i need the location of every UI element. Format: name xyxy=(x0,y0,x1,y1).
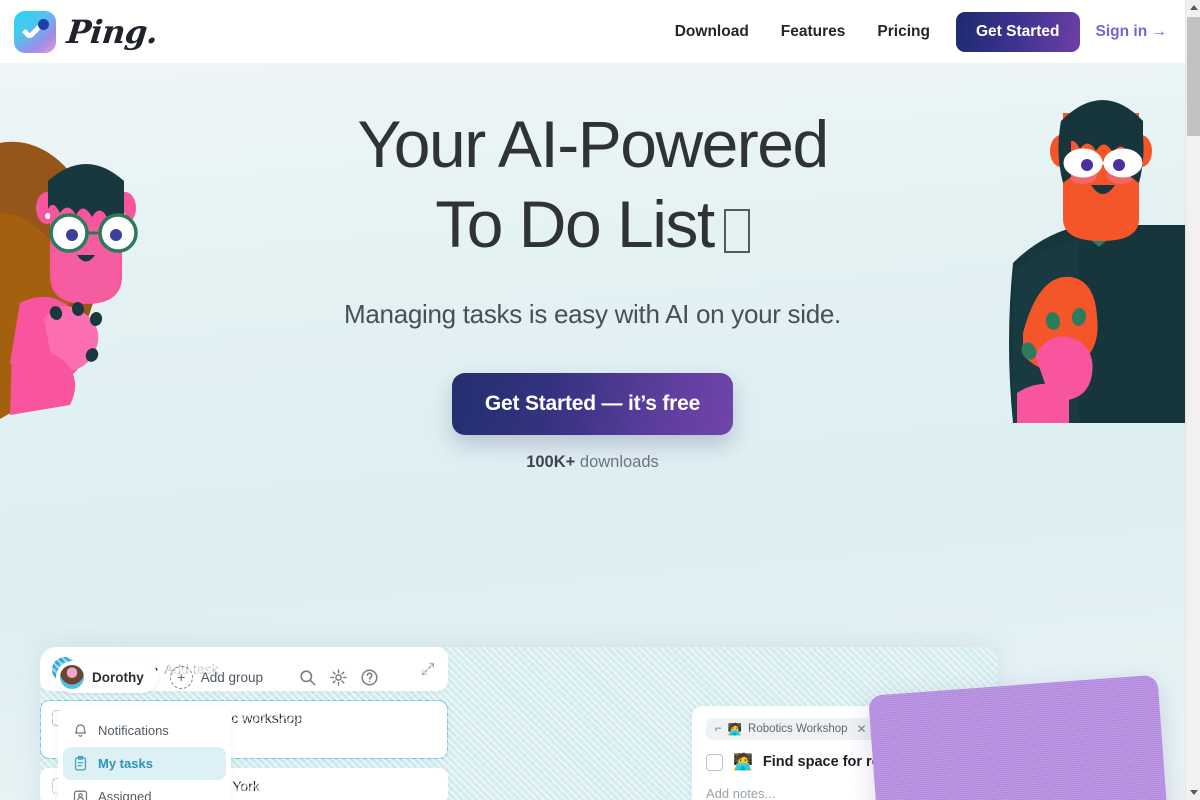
user-chip[interactable]: Dorothy xyxy=(56,661,158,693)
sidebar-item-assigned[interactable]: Assigned xyxy=(63,780,226,800)
scroll-up-arrow[interactable] xyxy=(1186,0,1200,15)
sidebar-label-assigned: Assigned xyxy=(98,789,152,800)
person-card-icon xyxy=(73,790,88,800)
sidebar-label-notifications: Notifications xyxy=(98,723,169,738)
gear-icon[interactable] xyxy=(329,668,348,687)
help-circle-icon[interactable] xyxy=(360,668,379,687)
hero-copy: Your AI-Powered To Do List Managing task… xyxy=(0,63,1185,472)
detail-task-checkbox[interactable] xyxy=(706,753,723,771)
floating-purple-card xyxy=(868,674,1172,800)
app-sidebar-panel: Notifications My tasks Assigned xyxy=(58,706,231,800)
page-content: Ping. Download Features Pricing Get Star… xyxy=(0,0,1185,800)
tag-hierarchy-icon: ⌐ xyxy=(715,723,722,735)
detail-tag-emoji-icon: 🧑‍💻 xyxy=(727,724,743,736)
browser-viewport: Ping. Download Features Pricing Get Star… xyxy=(0,0,1200,800)
page-scrollbar[interactable] xyxy=(1185,0,1200,800)
expand-diagonal-icon[interactable] xyxy=(420,661,436,677)
user-avatar xyxy=(60,665,84,689)
bell-icon xyxy=(74,724,87,737)
scroll-down-arrow[interactable] xyxy=(1186,785,1200,800)
missing-emoji-glyph-icon xyxy=(723,209,750,253)
scrollbar-thumb[interactable] xyxy=(1187,17,1200,136)
toolbar-icon-group xyxy=(290,668,387,687)
sidebar-label-my-tasks: My tasks xyxy=(98,756,153,771)
hero-get-started-button[interactable]: Get Started — it’s free xyxy=(451,373,734,435)
detail-tag-chip[interactable]: ⌐ 🧑‍💻 Robotics Workshop ✕ xyxy=(706,718,876,740)
app-screenshot-mock: Dorothy + Add group Notifications My tas… xyxy=(40,647,998,800)
top-navigation-bar: Ping. Download Features Pricing Get Star… xyxy=(0,0,1185,63)
clipboard-icon xyxy=(74,755,87,771)
user-name-label: Dorothy xyxy=(92,669,144,685)
ping-checkmark-logo-icon xyxy=(14,10,56,53)
downloads-count-label: 100K+ downloads xyxy=(0,453,1185,472)
nav-links-group: Download Features Pricing Get Started Si… xyxy=(659,11,1167,52)
downloads-count: 100K+ xyxy=(526,453,576,471)
hero-headline: Your AI-Powered To Do List xyxy=(0,104,1185,264)
downloads-word: downloads xyxy=(579,453,659,471)
nav-link-features[interactable]: Features xyxy=(765,15,862,49)
hero-cta-wrap: Get Started — it’s free 100K+ downloads xyxy=(0,373,1185,472)
detail-task-emoji-icon: 🧑‍💻 xyxy=(733,754,753,771)
headline-line-2-wrap: To Do List xyxy=(0,184,1185,264)
nav-link-download[interactable]: Download xyxy=(659,15,765,49)
search-icon[interactable] xyxy=(298,668,317,687)
add-group-label: Add group xyxy=(200,669,264,685)
nav-link-pricing[interactable]: Pricing xyxy=(861,15,946,49)
sign-in-link[interactable]: Sign in → xyxy=(1096,23,1167,41)
plus-circle-icon: + xyxy=(169,665,193,689)
add-group-button[interactable]: + Add group xyxy=(166,662,276,692)
nav-get-started-button[interactable]: Get Started xyxy=(955,11,1080,52)
headline-line-2: To Do List xyxy=(435,187,715,261)
app-toolbar: Dorothy + Add group xyxy=(56,661,387,693)
detail-tag-label: Robotics Workshop xyxy=(748,723,848,735)
headline-line-1: Your AI-Powered xyxy=(357,107,829,181)
brand-name: Ping. xyxy=(65,12,160,51)
sidebar-item-my-tasks[interactable]: My tasks xyxy=(63,747,226,780)
close-icon[interactable]: ✕ xyxy=(857,722,867,736)
hero-section: Your AI-Powered To Do List Managing task… xyxy=(0,63,1185,800)
hero-subheadline: Managing tasks is easy with AI on your s… xyxy=(344,299,841,329)
sidebar-item-notifications[interactable]: Notifications xyxy=(63,714,226,747)
brand-logo[interactable]: Ping. xyxy=(14,10,160,53)
